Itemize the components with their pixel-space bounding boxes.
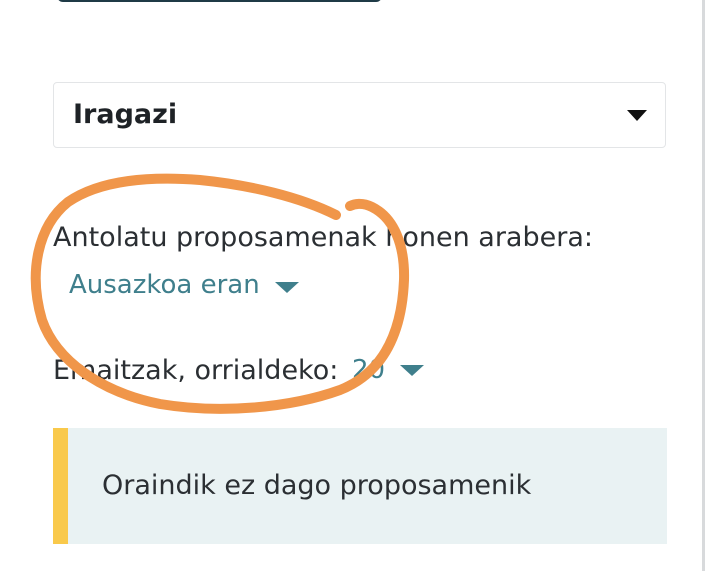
- per-page-dropdown[interactable]: 20: [352, 355, 385, 385]
- caret-down-icon[interactable]: [275, 282, 299, 293]
- empty-state-text: Oraindik ez dago proposamenik: [102, 470, 532, 501]
- top-button-edge[interactable]: [57, 0, 382, 2]
- filter-select[interactable]: Iragazi: [53, 82, 666, 148]
- filter-label: Iragazi: [73, 99, 178, 130]
- per-page-label: Emaitzak, orrialdeko:: [53, 355, 339, 386]
- caret-down-icon: [627, 110, 647, 121]
- callout-accent-bar: [53, 428, 68, 544]
- empty-state-callout: Oraindik ez dago proposamenik: [53, 428, 667, 544]
- order-label: Antolatu proposamenak honen arabera:: [53, 222, 593, 253]
- caret-down-icon[interactable]: [400, 365, 424, 376]
- order-dropdown[interactable]: Ausazkoa eran: [69, 270, 260, 300]
